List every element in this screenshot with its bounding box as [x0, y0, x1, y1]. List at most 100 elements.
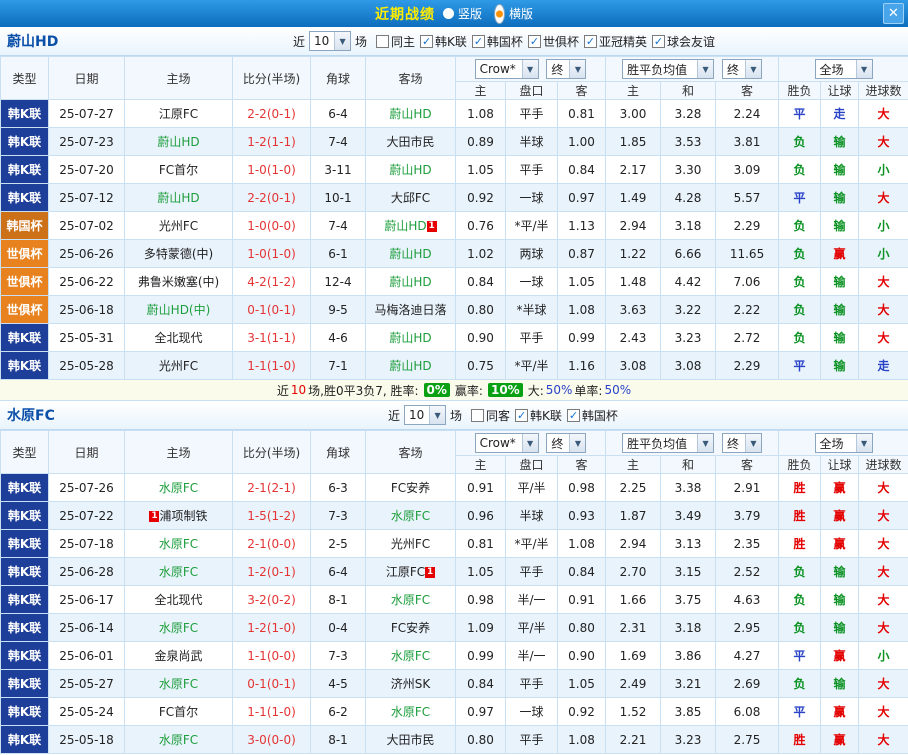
result-wdl: 胜 — [779, 474, 821, 502]
bookmaker-select[interactable]: Crow*▼ — [475, 433, 539, 453]
away-team-name: 水原FC — [391, 593, 430, 607]
match-row: 韩K联 25-06-01 金泉尚武 1-1(0-0) 7-3 水原FC 0.99… — [1, 642, 908, 670]
ah-away-odds: 1.08 — [558, 726, 606, 754]
summary-text: 50% — [604, 383, 631, 397]
odds-home: 1.49 — [606, 184, 661, 212]
corners: 8-1 — [311, 726, 366, 754]
handicap-stage-select[interactable]: 终▼ — [546, 59, 586, 79]
filter-checkbox[interactable]: ✓ 球会友谊 — [652, 33, 715, 50]
match-count-select[interactable]: 10 ▼ — [309, 31, 351, 51]
ah-line: *半球 — [506, 296, 558, 324]
match-row: 韩K联 25-05-31 全北现代 3-1(1-1) 4-6 蔚山HD 0.90… — [1, 324, 908, 352]
ah-home-odds: 1.02 — [456, 240, 506, 268]
europe-odds-select[interactable]: 胜平负均值▼ — [622, 59, 714, 79]
home-team-name: 水原FC — [159, 537, 198, 551]
home-team: 水原FC — [125, 474, 233, 502]
ah-home-odds: 0.84 — [456, 670, 506, 698]
odds-draw: 3.23 — [661, 324, 716, 352]
result-goals: 大 — [859, 128, 908, 156]
subcol-eu-home: 主 — [606, 82, 661, 100]
filter-checkbox[interactable]: 同客 — [471, 407, 510, 424]
home-team-name: 江原FC — [159, 107, 198, 121]
subcol-eu-away: 客 — [716, 82, 779, 100]
away-team-name: 蔚山HD — [389, 163, 431, 177]
checkbox-label: 韩K联 — [530, 407, 562, 424]
col-away: 客场 — [366, 57, 456, 100]
match-date: 25-06-28 — [49, 558, 125, 586]
dropdown-arrow-icon: ▼ — [569, 60, 585, 78]
europe-stage-select[interactable]: 终▼ — [722, 59, 762, 79]
section-header-team1: 蔚山HD 近 10 ▼ 场 同主 ✓ 韩K联 ✓ 韩国杯 ✓ 世俱杯 ✓ 亚冠精… — [0, 27, 908, 56]
filter-checkbox[interactable]: 同主 — [376, 33, 415, 50]
match-row: 韩K联 25-07-22 1浦项制铁 1-5(1-2) 7-3 水原FC 0.9… — [1, 502, 908, 530]
filter-checkbox[interactable]: ✓ 韩K联 — [515, 407, 562, 424]
away-team: 蔚山HD — [366, 100, 456, 128]
red-card-badge: 1 — [149, 511, 159, 522]
corners: 6-1 — [311, 240, 366, 268]
results-table-team2: 类型 日期 主场 比分(半场) 角球 客场 Crow*▼ 终▼ 胜平负均值▼ 终… — [0, 430, 908, 754]
result-handicap: 输 — [821, 184, 859, 212]
away-team-name: 济州SK — [391, 677, 431, 691]
home-team-name: 水原FC — [159, 733, 198, 747]
league-badge: 韩K联 — [1, 670, 49, 698]
ah-line: *平/半 — [506, 352, 558, 380]
match-count-select[interactable]: 10 ▼ — [404, 405, 446, 425]
score: 3-1(1-1) — [233, 324, 311, 352]
match-row: 韩K联 25-05-24 FC首尔 1-1(1-0) 6-2 水原FC 0.97… — [1, 698, 908, 726]
ah-away-odds: 1.16 — [558, 352, 606, 380]
match-date: 25-05-31 — [49, 324, 125, 352]
result-handicap: 输 — [821, 586, 859, 614]
radio-horizontal-layout[interactable]: 横版 — [494, 4, 533, 24]
filter-checkbox[interactable]: ✓ 亚冠精英 — [584, 33, 647, 50]
away-team: FC安养 — [366, 474, 456, 502]
filter-checkbox[interactable]: ✓ 世俱杯 — [528, 33, 579, 50]
away-team-name: 蔚山HD — [389, 331, 431, 345]
result-handicap: 输 — [821, 558, 859, 586]
result-handicap: 赢 — [821, 726, 859, 754]
filter-bar-team2: 近 10 ▼ 场 同客 ✓ 韩K联 ✓ 韩国杯 — [388, 401, 618, 429]
scope-select[interactable]: 全场▼ — [815, 433, 873, 453]
odds-home: 1.48 — [606, 268, 661, 296]
radio-unselected-icon — [443, 8, 454, 19]
score: 1-0(0-0) — [233, 212, 311, 240]
bookmaker-select[interactable]: Crow*▼ — [475, 59, 539, 79]
close-button[interactable]: ✕ — [883, 3, 904, 24]
subcol-handicap-result: 让球 — [821, 82, 859, 100]
odds-away: 7.06 — [716, 268, 779, 296]
scope-select[interactable]: 全场▼ — [815, 59, 873, 79]
corners: 12-4 — [311, 268, 366, 296]
result-goals: 小 — [859, 156, 908, 184]
ah-away-odds: 0.91 — [558, 586, 606, 614]
league-filter-checkboxes: 同主 ✓ 韩K联 ✓ 韩国杯 ✓ 世俱杯 ✓ 亚冠精英 ✓ 球会友谊 — [371, 33, 715, 50]
away-team: 水原FC — [366, 698, 456, 726]
radio-vertical-layout[interactable]: 竖版 — [443, 5, 482, 22]
score: 1-1(1-0) — [233, 352, 311, 380]
match-date: 25-05-24 — [49, 698, 125, 726]
corners: 6-4 — [311, 558, 366, 586]
handicap-stage-select[interactable]: 终▼ — [546, 433, 586, 453]
ah-home-odds: 1.05 — [456, 156, 506, 184]
result-wdl: 负 — [779, 212, 821, 240]
odds-away: 2.75 — [716, 726, 779, 754]
europe-odds-select[interactable]: 胜平负均值▼ — [622, 433, 714, 453]
filter-checkbox[interactable]: ✓ 韩国杯 — [472, 33, 523, 50]
team-name: 水原FC — [7, 405, 55, 425]
ah-line: 两球 — [506, 240, 558, 268]
match-row: 韩K联 25-06-28 水原FC 1-2(0-1) 6-4 江原FC1 1.0… — [1, 558, 908, 586]
league-badge: 韩K联 — [1, 184, 49, 212]
home-team: 蔚山HD(中) — [125, 296, 233, 324]
europe-stage-select[interactable]: 终▼ — [722, 433, 762, 453]
score: 1-0(1-0) — [233, 240, 311, 268]
dropdown-arrow-icon: ▼ — [697, 434, 713, 452]
odds-draw: 3.38 — [661, 474, 716, 502]
summary-text: 单率: — [574, 382, 602, 399]
score: 4-2(1-2) — [233, 268, 311, 296]
result-wdl: 平 — [779, 642, 821, 670]
away-team: 大田市民 — [366, 128, 456, 156]
odds-home: 2.70 — [606, 558, 661, 586]
league-badge: 韩K联 — [1, 586, 49, 614]
filter-checkbox[interactable]: ✓ 韩国杯 — [567, 407, 618, 424]
filter-checkbox[interactable]: ✓ 韩K联 — [420, 33, 467, 50]
ah-line: 平/半 — [506, 614, 558, 642]
home-team-name: 水原FC — [159, 565, 198, 579]
